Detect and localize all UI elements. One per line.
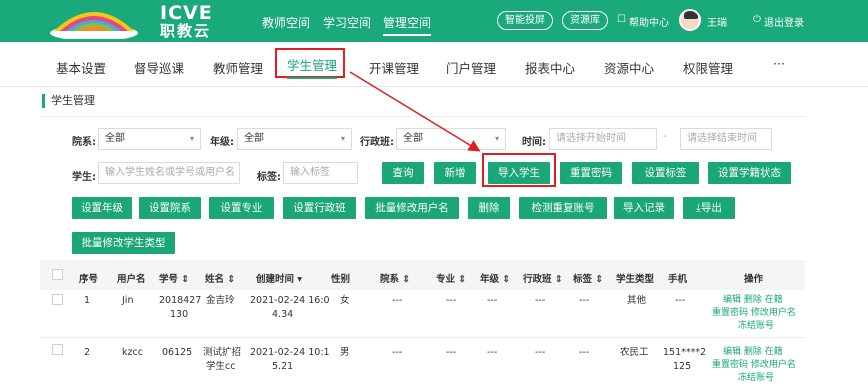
- col-student-type: 学生类型: [616, 274, 655, 285]
- row-username: Jin: [122, 295, 134, 306]
- col-phone: 手机: [668, 274, 688, 285]
- row-major: ---: [446, 295, 457, 306]
- row-gender: 男: [340, 347, 350, 358]
- row-tag: ---: [579, 295, 590, 306]
- col-college[interactable]: 院系 ⇕: [380, 271, 410, 285]
- row-grade: ---: [487, 295, 498, 306]
- row-actions-line3[interactable]: 冻结账号: [738, 372, 774, 385]
- row-name: 金吉玲: [206, 295, 235, 306]
- row-class: ---: [535, 295, 546, 306]
- col-tag[interactable]: 标签 ⇕: [573, 271, 603, 285]
- row-student-id: 2018427: [159, 295, 202, 306]
- row-college: ---: [392, 347, 403, 358]
- row-student-type: 农民工: [620, 347, 649, 358]
- row-created-cont: 5.21: [272, 361, 294, 372]
- row-no: 1: [84, 295, 91, 306]
- col-name[interactable]: 姓名 ⇕: [205, 271, 235, 285]
- row-checkbox[interactable]: [52, 344, 63, 355]
- row-created: 2021-02-24 16:0: [250, 295, 330, 306]
- row-checkbox[interactable]: [52, 294, 63, 305]
- col-no: 序号: [79, 274, 99, 285]
- row-phone-cont: 125: [673, 361, 692, 372]
- col-grade[interactable]: 年级 ⇕: [480, 271, 510, 285]
- row-phone: ---: [675, 295, 686, 306]
- row-student-id: 06125: [162, 347, 193, 358]
- col-actions: 操作: [744, 274, 764, 285]
- row-actions-line3[interactable]: 冻结账号: [738, 320, 774, 333]
- row-tag: ---: [579, 347, 590, 358]
- row-college: ---: [392, 295, 403, 306]
- col-student-id[interactable]: 学号 ⇕: [159, 271, 189, 285]
- row-actions-line1[interactable]: 编辑 删除 在籍: [723, 346, 783, 359]
- col-username: 用户名: [117, 274, 146, 285]
- col-created[interactable]: 创建时间 ▾: [256, 271, 302, 285]
- col-gender: 性别: [331, 274, 351, 285]
- row-username: kzcc: [122, 347, 143, 358]
- row-student-id-cont: 130: [170, 309, 189, 320]
- col-major[interactable]: 专业 ⇕: [436, 271, 466, 285]
- row-actions-line2[interactable]: 重置密码 修改用户名: [712, 359, 796, 372]
- row-grade: ---: [487, 347, 498, 358]
- row-actions-line1[interactable]: 编辑 删除 在籍: [723, 294, 783, 307]
- row-actions-line2[interactable]: 重置密码 修改用户名: [712, 307, 796, 320]
- row-phone: 151****2: [663, 347, 707, 358]
- row-created-cont: 4.34: [272, 309, 294, 320]
- row-student-type: 其他: [627, 295, 647, 306]
- col-class[interactable]: 行政班 ⇕: [523, 271, 563, 285]
- row-name-cont: 学生cc: [206, 361, 236, 372]
- row-created: 2021-02-24 10:1: [250, 347, 330, 358]
- row-gender: 女: [340, 295, 350, 306]
- row-no: 2: [84, 347, 91, 358]
- select-all-checkbox[interactable]: [52, 269, 63, 280]
- table-header: [40, 260, 805, 290]
- row-class: ---: [535, 347, 546, 358]
- row-divider: [40, 337, 805, 338]
- row-major: ---: [446, 347, 457, 358]
- row-name: 测试扩招: [203, 347, 242, 358]
